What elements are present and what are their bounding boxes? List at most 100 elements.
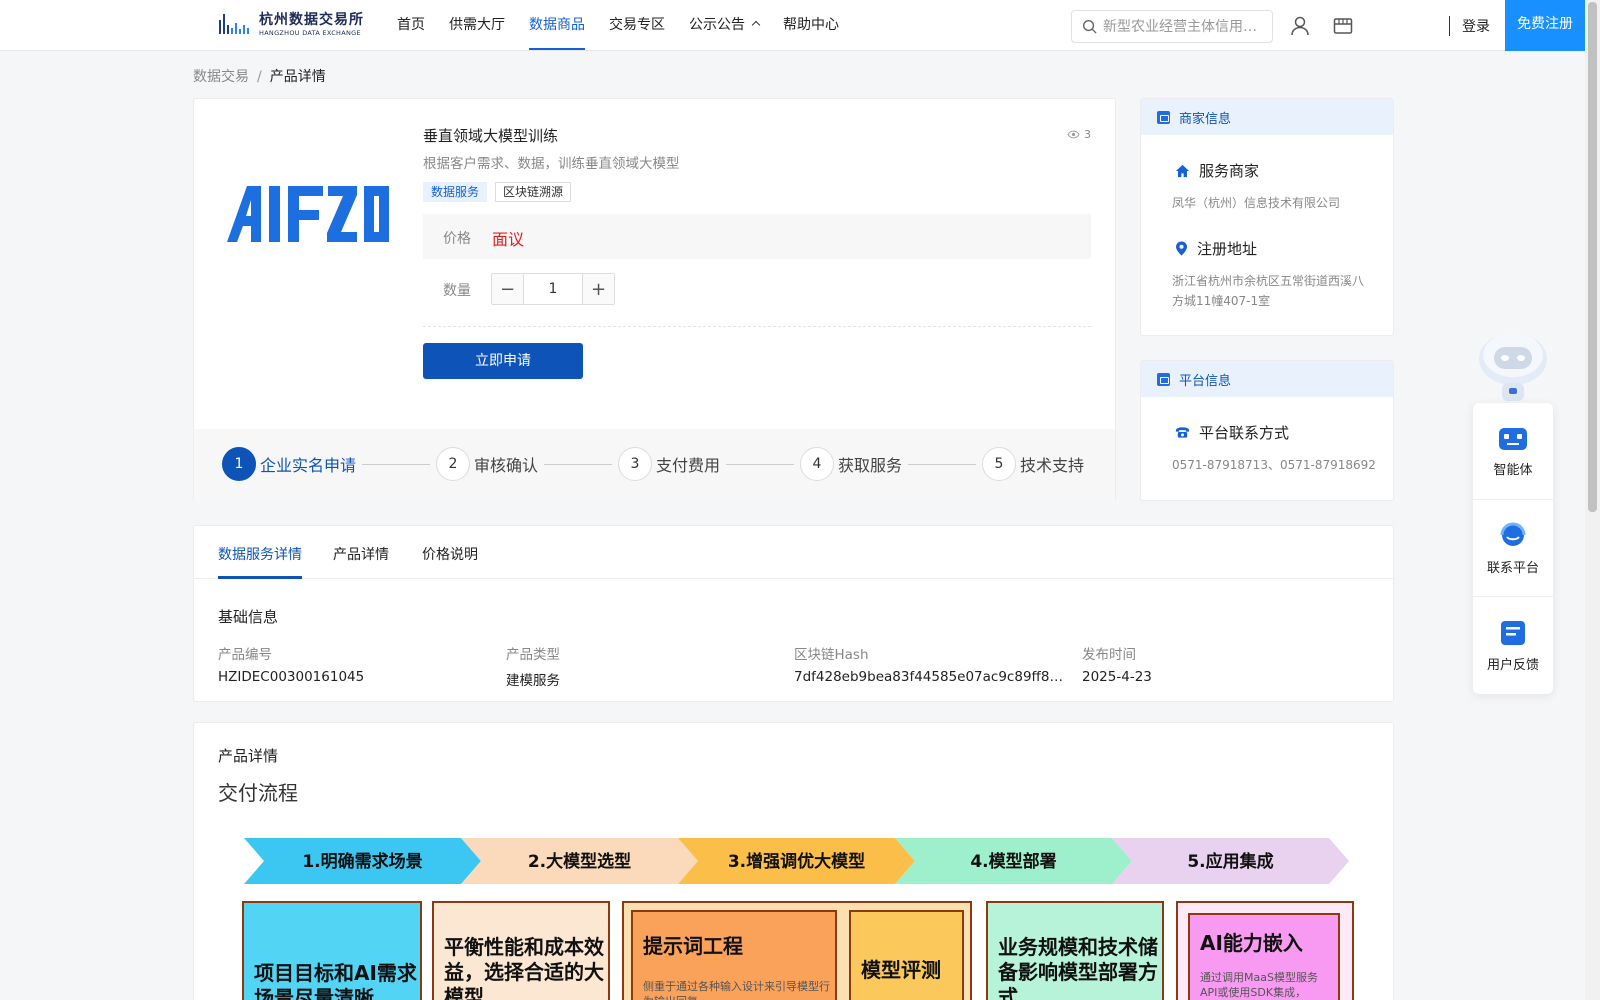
platform-contact-title: 平台联系方式 bbox=[1175, 422, 1289, 443]
page-scrollbar[interactable] bbox=[1585, 0, 1600, 1000]
step-label: 获取服务 bbox=[838, 456, 903, 475]
field-key: 产品类型 bbox=[506, 647, 560, 663]
flow-box-3-group: 提示词工程 侧重于通过各种输入设计来引导模型行为输出回复 模型评测 bbox=[622, 901, 972, 1000]
platform-info-card: 平台信息 平台联系方式 0571-87918713、0571-87918692 bbox=[1140, 360, 1394, 501]
login-link[interactable]: 登录 bbox=[1462, 16, 1490, 36]
float-agent[interactable]: 智能体 bbox=[1473, 403, 1553, 500]
apply-button[interactable]: 立即申请 bbox=[423, 343, 583, 379]
nav-announcements-label: 公示公告 bbox=[689, 17, 745, 33]
product-subtitle: 根据客户需求、数据，训练垂直领域大模型 bbox=[423, 156, 680, 172]
float-contact-label: 联系平台 bbox=[1486, 560, 1539, 576]
increment-button[interactable]: + bbox=[583, 274, 614, 304]
flow-box-2: 平衡性能和成本效益，选择合适的大模型 bbox=[432, 901, 610, 1000]
platform-info-header: 平台信息 bbox=[1141, 361, 1393, 397]
flow-box-2-text: 平衡性能和成本效益，选择合适的大模型 bbox=[444, 935, 604, 1000]
process-steps: 1 企业实名申请 2 审核确认 3 支付费用 4 获取服务 5 技术支持 bbox=[194, 429, 1115, 501]
logo-name-cn: 杭州数据交易所 bbox=[259, 12, 364, 29]
field-value: 2025-4-23 bbox=[1082, 669, 1152, 685]
user-icon[interactable] bbox=[1289, 15, 1311, 37]
nav-supply-demand[interactable]: 供需大厅 bbox=[437, 0, 517, 50]
step-number: 4 bbox=[800, 447, 834, 481]
top-header: 杭州数据交易所 HANGZHOU DATA EXCHANGE 首页 供需大厅 数… bbox=[0, 0, 1585, 51]
step-4: 4 获取服务 bbox=[800, 447, 977, 481]
step-number: 5 bbox=[982, 447, 1016, 481]
step-label: 技术支持 bbox=[1020, 456, 1085, 475]
step-5: 5 技术支持 bbox=[982, 447, 1084, 481]
field-key: 发布时间 bbox=[1082, 647, 1136, 663]
step-label: 支付费用 bbox=[656, 456, 721, 475]
eye-icon bbox=[1067, 130, 1080, 139]
divider bbox=[423, 326, 1091, 327]
search-input[interactable] bbox=[1103, 18, 1263, 35]
field-value: HZIDEC00300161045 bbox=[218, 669, 365, 685]
product-title: 垂直领域大模型训练 bbox=[423, 127, 559, 145]
tab-product-details[interactable]: 产品详情 bbox=[333, 544, 389, 564]
tag-data-service: 数据服务 bbox=[423, 182, 488, 202]
nav-trade-zone[interactable]: 交易专区 bbox=[597, 0, 677, 50]
merchant-info-card: 商家信息 服务商家 凤华（杭州）信息技术有限公司 注册地址 浙江省杭州市余杭区五… bbox=[1140, 98, 1394, 336]
field-value: 建模服务 bbox=[506, 673, 560, 689]
price-label: 价格 bbox=[443, 231, 471, 247]
location-pin-icon bbox=[1176, 241, 1187, 256]
tag-blockchain: 区块链溯源 bbox=[495, 182, 572, 202]
flow-chevron-label: 3.增强调优大模型 bbox=[728, 851, 865, 872]
step-1: 1 企业实名申请 bbox=[222, 447, 431, 481]
info-tabs-card: 数据服务详情 产品详情 价格说明 基础信息 产品编号 HZIDEC0030016… bbox=[193, 525, 1394, 702]
nav-home[interactable]: 首页 bbox=[385, 0, 437, 50]
flow-box-5-text: AI能力嵌入 bbox=[1200, 931, 1303, 955]
headset-icon bbox=[1500, 522, 1526, 546]
nav-announcements[interactable]: 公示公告 bbox=[677, 0, 771, 50]
store-icon[interactable] bbox=[1332, 15, 1354, 37]
breadcrumb-current: 产品详情 bbox=[269, 69, 326, 85]
float-feedback[interactable]: 用户反馈 bbox=[1473, 597, 1553, 694]
price-value: 面议 bbox=[492, 230, 525, 249]
flow-box-3a-desc: 侧重于通过各种输入设计来引导模型行为输出回复 bbox=[643, 980, 830, 1000]
field-value: 7df428eb9bea83f44585e07ac9c89ff87615… bbox=[794, 669, 1070, 685]
step-connector bbox=[544, 463, 613, 465]
decrement-button[interactable]: − bbox=[492, 274, 523, 304]
float-contact[interactable]: 联系平台 bbox=[1473, 500, 1553, 597]
nav-data-products[interactable]: 数据商品 bbox=[517, 0, 597, 50]
quantity-label: 数量 bbox=[443, 283, 471, 299]
field-blockchain-hash: 区块链Hash 7df428eb9bea83f44585e07ac9c89ff8… bbox=[794, 643, 1074, 685]
product-detail-card: 产品详情 交付流程 1.明确需求场景 2.大模型选型 3.增强调优大模型 4.模型部署… bbox=[193, 722, 1394, 1000]
step-label: 企业实名申请 bbox=[260, 456, 357, 475]
flow-box-1-text: 项目目标和AI需求场景尽量清晰 bbox=[254, 961, 417, 1000]
flow-box-5: AI能力嵌入 通过调用MaaS模型服务API或使用SDK集成， bbox=[1188, 913, 1340, 1000]
main-nav: 首页 供需大厅 数据商品 交易专区 公示公告 帮助中心 bbox=[385, 0, 851, 50]
service-merchant-name: 凤华（杭州）信息技术有限公司 bbox=[1172, 196, 1341, 210]
field-publish-date: 发布时间 2025-4-23 bbox=[1082, 643, 1362, 685]
flow-chevron-label: 4.模型部署 bbox=[970, 851, 1056, 872]
search-box[interactable] bbox=[1071, 10, 1273, 43]
floating-menu: 智能体 联系平台 用户反馈 bbox=[1473, 403, 1553, 694]
flow-chevron-label: 1.明确需求场景 bbox=[302, 851, 422, 872]
address-label: 注册地址 bbox=[1197, 240, 1258, 258]
tab-price-info[interactable]: 价格说明 bbox=[422, 544, 478, 564]
phone-icon bbox=[1175, 427, 1190, 438]
product-logo bbox=[227, 186, 389, 242]
step-number: 3 bbox=[618, 447, 652, 481]
flow-chevron-label: 5.应用集成 bbox=[1187, 851, 1273, 872]
search-icon bbox=[1082, 19, 1097, 34]
scrollbar-thumb[interactable] bbox=[1588, 2, 1597, 512]
robot-icon bbox=[1499, 427, 1527, 450]
tab-bar: 数据服务详情 产品详情 价格说明 bbox=[194, 526, 1393, 579]
nav-help[interactable]: 帮助中心 bbox=[771, 0, 851, 50]
chevron-up-icon bbox=[751, 20, 761, 30]
register-button[interactable]: 免费注册 bbox=[1505, 0, 1585, 51]
tab-underline bbox=[218, 576, 302, 579]
site-logo[interactable]: 杭州数据交易所 HANGZHOU DATA EXCHANGE bbox=[219, 12, 364, 38]
service-merchant-label: 服务商家 bbox=[1199, 162, 1260, 180]
tab-service-details[interactable]: 数据服务详情 bbox=[218, 544, 302, 564]
address-value: 浙江省杭州市余杭区五常街道西溪八方城11幢407-1室 bbox=[1172, 274, 1365, 308]
assistant-robot-icon[interactable] bbox=[1474, 325, 1552, 403]
breadcrumb-parent[interactable]: 数据交易 bbox=[193, 69, 249, 85]
monitor-icon bbox=[1157, 372, 1170, 386]
logo-name-en: HANGZHOU DATA EXCHANGE bbox=[259, 29, 361, 38]
flow-box-3a: 提示词工程 侧重于通过各种输入设计来引导模型行为输出回复 bbox=[631, 910, 837, 1000]
calendar-icon bbox=[1157, 110, 1170, 124]
flow-box-4: 业务规模和技术储备影响模型部署方式 bbox=[986, 901, 1164, 1000]
quantity-value[interactable]: 1 bbox=[523, 274, 583, 304]
platform-contact-label: 平台联系方式 bbox=[1199, 424, 1290, 442]
home-icon bbox=[1175, 164, 1190, 177]
